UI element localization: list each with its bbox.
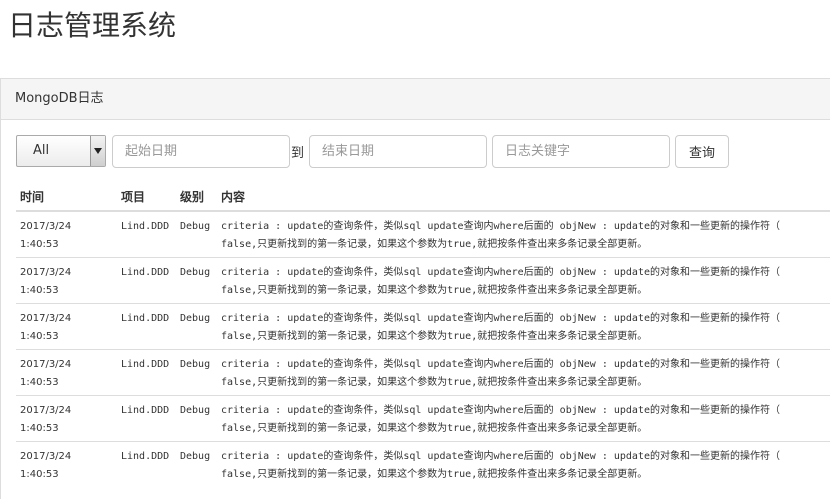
table-row: 2017/3/24 1:40:53 Lind.DDD Debug criteria : … [16, 210, 830, 258]
table-row: 2017/3/24 1:40:53 Lind.DDD Debug criteria : … [16, 303, 830, 350]
end-date-input[interactable] [309, 135, 487, 168]
cell-time: 2017/3/24 1:40:53 [16, 303, 117, 350]
query-button[interactable]: 查询 [675, 135, 729, 168]
content-line-2: false,只更新找到的第一条记录，如果这个参数为true,就把按条件查出来多条… [221, 331, 648, 342]
page-title: 日志管理系统 [8, 9, 177, 42]
header-content: 内容 [217, 183, 830, 212]
content-line-1: criteria : update的查询条件，类似sql update查询内wh… [221, 267, 780, 278]
cell-date: 2017/3/24 [20, 405, 72, 416]
content-line-1: criteria : update的查询条件，类似sql update查询内wh… [221, 313, 780, 324]
cell-date: 2017/3/24 [20, 221, 72, 232]
cell-date: 2017/3/24 [20, 267, 72, 278]
content-line-2: false,只更新找到的第一条记录，如果这个参数为true,就把按条件查出来多条… [221, 423, 648, 434]
table-row: 2017/3/24 1:40:53 Lind.DDD Debug criteria : … [16, 349, 830, 396]
cell-project: Lind.DDD [117, 210, 176, 258]
cell-level: Debug [176, 303, 217, 350]
content-line-1: criteria : update的查询条件，类似sql update查询内wh… [221, 359, 780, 370]
table-header-row: 时间 项目 级别 内容 [16, 183, 830, 212]
cell-content: criteria : update的查询条件，类似sql update查询内wh… [217, 303, 830, 350]
table-row: 2017/3/24 1:40:53 Lind.DDD Debug criteria : … [16, 441, 830, 487]
log-table: 时间 项目 级别 内容 2017/3/24 1:40:53 Lind.DDD Debu… [16, 183, 830, 487]
cell-time: 2017/3/24 1:40:53 [16, 210, 117, 258]
cell-level: Debug [176, 395, 217, 442]
cell-date: 2017/3/24 [20, 313, 72, 324]
cell-clock: 1:40:53 [20, 285, 59, 296]
log-panel: MongoDB日志 All 到 查询 时间 项目 级别 内容 2017/3/24… [0, 78, 830, 499]
header-level: 级别 [176, 183, 217, 212]
header-time: 时间 [16, 183, 117, 212]
content-line-2: false,只更新找到的第一条记录，如果这个参数为true,就把按条件查出来多条… [221, 469, 648, 480]
cell-content: criteria : update的查询条件，类似sql update查询内wh… [217, 349, 830, 396]
cell-time: 2017/3/24 1:40:53 [16, 257, 117, 304]
cell-level: Debug [176, 210, 217, 258]
cell-date: 2017/3/24 [20, 359, 72, 370]
cell-level: Debug [176, 441, 217, 487]
log-table-body: 2017/3/24 1:40:53 Lind.DDD Debug criteria : … [16, 210, 830, 487]
cell-project: Lind.DDD [117, 257, 176, 304]
cell-clock: 1:40:53 [20, 331, 59, 342]
panel-heading: MongoDB日志 [1, 79, 830, 120]
cell-level: Debug [176, 257, 217, 304]
keyword-input[interactable] [492, 135, 670, 168]
header-project: 项目 [117, 183, 176, 212]
cell-content: criteria : update的查询条件，类似sql update查询内wh… [217, 210, 830, 258]
chevron-down-icon[interactable] [90, 136, 105, 166]
content-line-1: criteria : update的查询条件，类似sql update查询内wh… [221, 221, 780, 232]
cell-clock: 1:40:53 [20, 423, 59, 434]
cell-content: criteria : update的查询条件，类似sql update查询内wh… [217, 257, 830, 304]
cell-clock: 1:40:53 [20, 377, 59, 388]
content-line-2: false,只更新找到的第一条记录，如果这个参数为true,就把按条件查出来多条… [221, 285, 648, 296]
content-line-1: criteria : update的查询条件，类似sql update查询内wh… [221, 451, 780, 462]
table-row: 2017/3/24 1:40:53 Lind.DDD Debug criteria : … [16, 257, 830, 304]
cell-project: Lind.DDD [117, 441, 176, 487]
content-line-2: false,只更新找到的第一条记录，如果这个参数为true,就把按条件查出来多条… [221, 239, 648, 250]
start-date-input[interactable] [112, 135, 290, 168]
to-label: 到 [291, 146, 305, 161]
content-line-2: false,只更新找到的第一条记录，如果这个参数为true,就把按条件查出来多条… [221, 377, 648, 388]
cell-time: 2017/3/24 1:40:53 [16, 349, 117, 396]
cell-date: 2017/3/24 [20, 451, 72, 462]
cell-project: Lind.DDD [117, 303, 176, 350]
cell-time: 2017/3/24 1:40:53 [16, 395, 117, 442]
project-select[interactable]: All [16, 135, 106, 167]
cell-level: Debug [176, 349, 217, 396]
cell-time: 2017/3/24 1:40:53 [16, 441, 117, 487]
cell-clock: 1:40:53 [20, 239, 59, 250]
cell-project: Lind.DDD [117, 349, 176, 396]
cell-clock: 1:40:53 [20, 469, 59, 480]
project-select-value: All [33, 143, 50, 158]
content-line-1: criteria : update的查询条件，类似sql update查询内wh… [221, 405, 780, 416]
table-row: 2017/3/24 1:40:53 Lind.DDD Debug criteria : … [16, 395, 830, 442]
cell-project: Lind.DDD [117, 395, 176, 442]
cell-content: criteria : update的查询条件，类似sql update查询内wh… [217, 441, 830, 487]
cell-content: criteria : update的查询条件，类似sql update查询内wh… [217, 395, 830, 442]
